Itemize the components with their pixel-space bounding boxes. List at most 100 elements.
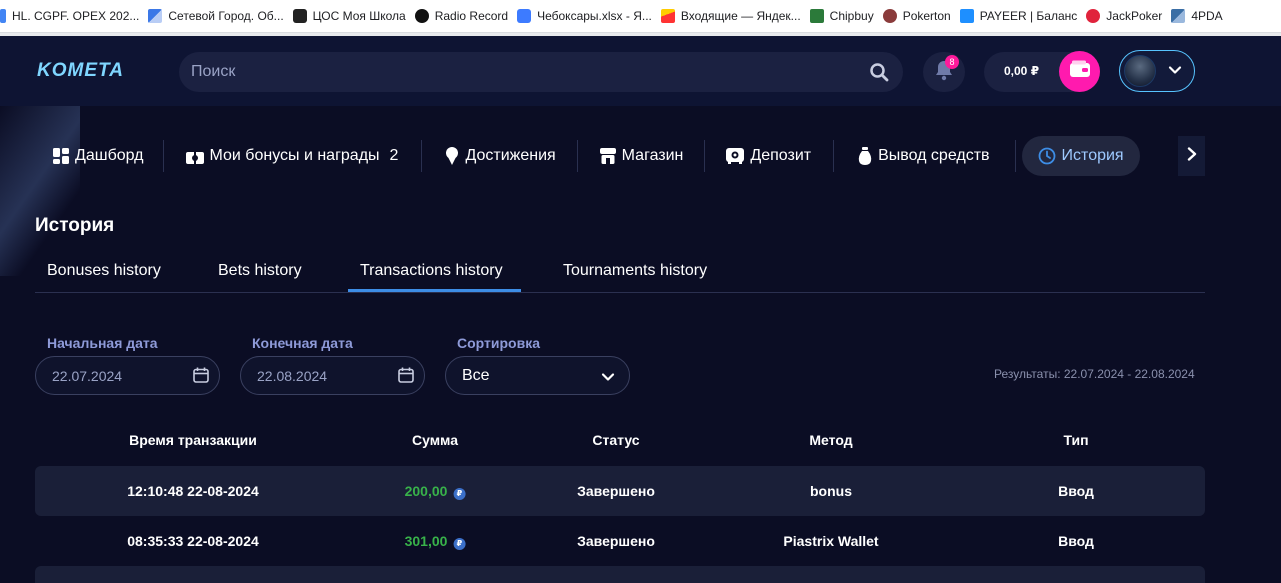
column-header-time: Время транзакции [129,432,257,448]
end-date-field[interactable]: 22.08.2024 [240,356,425,395]
bookmark-label: Pokerton [902,9,951,23]
ruble-icon: ₽ [453,488,466,500]
nav-item-dashboard[interactable]: Дашборд [35,136,163,176]
transaction-amount-cell: 301,00 ₽ [405,533,466,550]
bookmark-item[interactable]: Radio Record [414,0,509,33]
bookmark-label: Сетевой Город. Об... [168,9,284,23]
nav-item-achievements[interactable]: Достижения [422,136,576,176]
bookmark-label: Чебоксары.xlsx - Я... [537,9,652,23]
nav-item-deposit[interactable]: Депозит [705,136,833,176]
history-tabs: Bonuses history Bets history Transaction… [35,252,1205,293]
transaction-method: Piastrix Wallet [783,533,879,549]
site-header: KOMETA 8 0,00 ₽ [0,36,1281,106]
doc-icon [0,9,6,23]
payeer-icon [959,9,974,23]
nav-item-shop[interactable]: Магазин [578,136,705,176]
start-date-label: Начальная дата [47,335,158,351]
transaction-status: Завершено [577,483,655,499]
table-row: 08:35:33 22-08-2024 301,00 ₽ Завершено Pi… [35,516,1205,566]
table-row [35,566,1205,583]
start-date-value: 22.07.2024 [52,368,123,384]
start-date-field[interactable]: 22.07.2024 [35,356,220,395]
tab-tournaments-history[interactable]: Tournaments history [563,262,707,280]
nav-label: Вывод средств [878,147,990,164]
column-header-amount: Сумма [411,432,459,448]
transaction-amount-cell: 200,00 ₽ [405,483,466,500]
atom-icon [292,9,307,23]
money-bag-icon [858,147,872,165]
award-icon [445,147,459,165]
profile-menu[interactable] [1119,50,1195,92]
nav-divider [1014,140,1016,172]
bookmarks-bar: HL. CGPF. OPEX 202... Сетевой Город. Об.… [0,0,1281,33]
bookmark-label: ЦОС Моя Школа [312,9,406,23]
bookmark-label: HL. CGPF. OPEX 202... [12,9,140,23]
chevron-down-icon [601,370,615,389]
nav-item-withdraw[interactable]: Вывод средств [834,136,1014,176]
poker-icon [882,9,897,23]
grid-icon [148,9,163,23]
nav-scroll-right-button[interactable] [1178,136,1205,176]
bookmark-item[interactable]: Чебоксары.xlsx - Я... [517,0,652,33]
4pda-icon [1171,9,1186,23]
tab-transactions-history[interactable]: Transactions history [360,262,503,280]
transaction-method: bonus [810,483,852,499]
page-title: История [35,215,115,236]
sort-label: Сортировка [457,335,540,351]
chevron-down-icon [1168,63,1182,82]
bookmark-item[interactable]: JackPoker [1086,0,1162,33]
nav-label: Магазин [621,147,684,164]
bookmark-item[interactable]: HL. CGPF. OPEX 202... [0,0,139,33]
bookmark-label: Radio Record [434,9,509,23]
avatar [1124,55,1156,87]
column-header-status: Статус [592,432,640,448]
tab-bets-history[interactable]: Bets history [218,262,302,280]
nav-item-bonuses[interactable]: Мои бонусы и награды 2 [164,136,422,176]
record-icon [414,9,429,23]
bookmark-item[interactable]: Сетевой Город. Об... [148,0,284,33]
bookmark-item[interactable]: PAYEER | Баланс [959,0,1078,33]
tab-bonuses-history[interactable]: Bonuses history [47,262,161,280]
table-row: 12:10:48 22-08-2024 200,00 ₽ Завершено bo… [35,466,1205,516]
nav-item-history[interactable]: История [1021,136,1140,176]
nav-label: История [1061,147,1124,164]
account-nav: Дашборд Мои бонусы и награды 2 Достижени… [35,136,1140,176]
chip-icon [809,9,824,23]
calendar-icon[interactable] [398,367,414,388]
search-input[interactable] [191,63,831,81]
wallet-icon [1069,60,1091,83]
bookmark-item[interactable]: Входящие — Яндек... [660,0,801,33]
bookmark-item[interactable]: ЦОС Моя Школа [292,0,406,33]
results-range-text: Результаты: 22.07.2024 - 22.08.2024 [994,367,1195,381]
bookmark-item[interactable]: Chipbuy [809,0,874,33]
site-logo[interactable]: KOMETA [37,60,124,82]
bookmark-item[interactable]: Pokerton [882,0,951,33]
wallet-button[interactable] [1059,51,1100,92]
dashboard-icon [53,148,69,164]
nav-label: Дашборд [75,147,144,164]
shop-icon [599,148,616,164]
transaction-amount: 200,00 [404,483,448,499]
bookmark-label: PAYEER | Баланс [979,9,1078,23]
transaction-type: Ввод [1058,483,1094,499]
deposit-icon [726,148,745,164]
mail-icon [660,9,675,23]
cube-icon [517,9,532,23]
chevron-right-icon [1187,146,1197,166]
bookmark-label: 4PDA [1191,9,1223,23]
balance-amount: 0,00 ₽ [1004,64,1040,78]
notifications-button[interactable]: 8 [923,52,965,92]
transaction-type: Ввод [1058,533,1094,549]
sort-select[interactable]: Все [445,356,630,395]
bookmark-item[interactable]: 4PDA [1171,0,1223,33]
gift-icon [185,148,204,164]
search-icon[interactable] [869,62,889,82]
sort-value: Все [462,367,490,384]
column-header-type: Тип [1063,432,1089,448]
search-bar[interactable] [179,52,903,92]
transaction-time: 08:35:33 22-08-2024 [127,533,259,549]
end-date-label: Конечная дата [252,335,353,351]
bookmark-label: Входящие — Яндек... [680,9,801,23]
transaction-status: Завершено [577,533,655,549]
calendar-icon[interactable] [193,367,209,388]
